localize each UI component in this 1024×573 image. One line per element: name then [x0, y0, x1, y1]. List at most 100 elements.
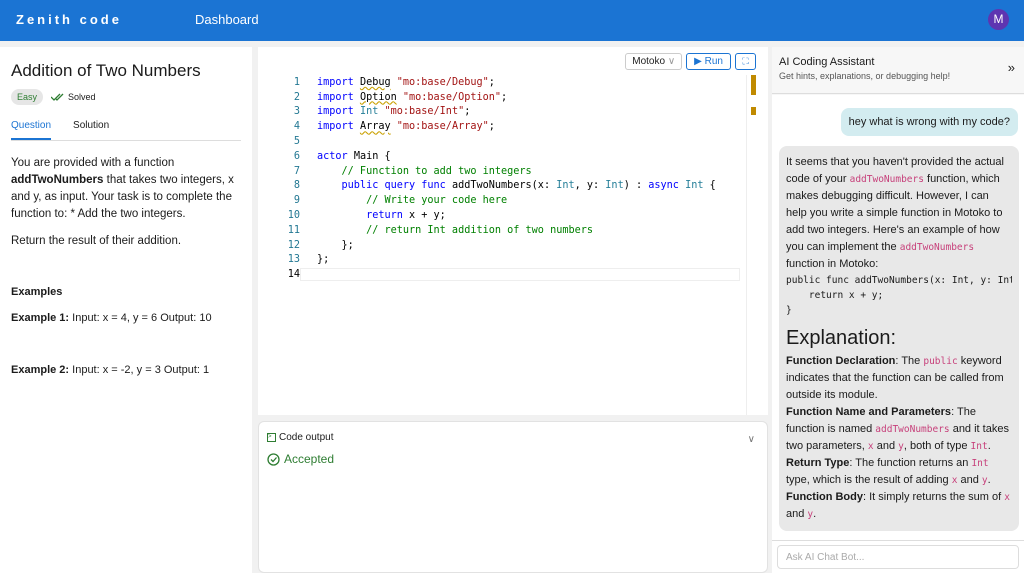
line-number: 2 [293, 91, 300, 103]
code-token: ; [488, 76, 495, 88]
code-line[interactable]: 9 // Write your code here [258, 193, 740, 208]
line-number: 8 [293, 180, 300, 192]
code-line[interactable]: 10 return x + y; [258, 208, 740, 223]
line-text: }; [300, 240, 354, 251]
line-text: // Function to add two integers [300, 166, 532, 177]
line-number: 6 [293, 150, 300, 162]
status-text: Accepted [284, 452, 335, 466]
reply-text: and [786, 508, 808, 520]
reply-paragraph: Function Declaration: The public keyword… [786, 353, 1012, 404]
tab-solution[interactable]: Solution [73, 115, 109, 140]
avatar[interactable]: M [988, 9, 1009, 30]
code-token: "mo:base/Debug" [390, 76, 489, 88]
code-line[interactable]: 8 public query func addTwoNumbers(x: Int… [258, 179, 740, 194]
brand-logo[interactable]: Zenith code [16, 12, 122, 27]
assistant-title: AI Coding Assistant [779, 56, 875, 68]
reply-text: Return Type [786, 457, 850, 469]
reply-text: : The function returns an [849, 457, 972, 469]
example-text: Input: x = -2, y = 3 Output: 1 [69, 364, 210, 376]
user-message: hey what is wrong with my code? [840, 108, 1018, 136]
code-token: ; [501, 91, 508, 103]
code-line[interactable]: 1 import Debug "mo:base/Debug"; [258, 75, 740, 90]
example-label: Example 1: [11, 312, 70, 324]
code-editor[interactable]: Motoko ∨ ▶ Run ⛶ 1 import Debug "mo:base/… [258, 47, 768, 415]
code-line[interactable]: 3 import Int "mo:base/Int"; [258, 105, 740, 120]
code-token: Int [359, 106, 379, 118]
desc-text: You are provided with a function [11, 157, 175, 169]
solved-status: Solved [51, 92, 96, 102]
chat-input[interactable] [777, 545, 1019, 569]
line-number: 11 [287, 224, 300, 236]
tab-question[interactable]: Question [11, 115, 52, 140]
run-label: Run [704, 56, 723, 67]
function-name: addTwoNumbers [11, 174, 104, 186]
code-token: Int [605, 180, 624, 192]
code-line[interactable]: 13}; [258, 253, 740, 268]
output-title: Code output [279, 432, 334, 443]
collapse-icon[interactable]: » [1008, 60, 1015, 75]
line-text: // return Int addition of two numbers [300, 225, 593, 236]
code-line[interactable]: 7 // Function to add two integers [258, 164, 740, 179]
assistant-subtitle: Get hints, explanations, or debugging he… [779, 71, 951, 81]
chat-messages[interactable]: hey what is wrong with my code? It seems… [772, 95, 1024, 540]
code-token: actor [317, 150, 354, 162]
code-line[interactable]: 14 [258, 267, 740, 282]
code-token: Option [359, 91, 397, 103]
code-block: public func addTwoNumbers(x: Int, y: Int… [786, 275, 1012, 316]
line-text: import Option "mo:base/Option"; [300, 92, 507, 103]
code-line[interactable]: 6 actor Main { [258, 149, 740, 164]
reply-text: Function Body [786, 491, 863, 503]
code-token: // return Int addition of two numbers [317, 224, 594, 236]
line-text: public query func addTwoNumbers(x: Int, … [300, 180, 716, 191]
code-token: Array [359, 121, 391, 133]
code-token: }; [317, 254, 330, 266]
code-line[interactable]: 5 [258, 134, 740, 149]
code-token: return [317, 210, 410, 222]
bot-message: It seems that you haven't provided the a… [779, 146, 1019, 531]
inline-code: addTwoNumbers [875, 424, 950, 435]
line-text: }; [300, 254, 329, 265]
code-token: public query func [317, 180, 452, 192]
code-token: ; [488, 121, 495, 133]
reply-text: Function Declaration [786, 355, 896, 367]
code-token: import [317, 106, 360, 118]
code-token: "mo:base/Array" [390, 121, 489, 133]
code-token: "mo:base/Option" [396, 91, 502, 103]
language-value: Motoko [632, 56, 666, 67]
problem-description: You are provided with a function addTwoN… [11, 155, 241, 250]
fullscreen-button[interactable]: ⛶ [735, 53, 756, 70]
reply-paragraph: Return Type: The function returns an Int… [786, 455, 1012, 489]
line-number: 7 [293, 165, 300, 177]
code-token: async [648, 180, 686, 192]
code-token: import [317, 91, 360, 103]
code-output-panel: > Code output ∨ Accepted [258, 421, 768, 573]
inline-code: Int [970, 441, 988, 452]
reply-text: and [873, 440, 899, 452]
code-token: addTwoNumbers(x: [451, 180, 557, 192]
line-text: // Write your code here [300, 195, 507, 206]
example-text: Input: x = 4, y = 6 Output: 10 [69, 312, 212, 324]
solved-label: Solved [68, 92, 96, 102]
line-text: return x + y; [300, 210, 446, 221]
code-token: { [703, 180, 716, 192]
code-line[interactable]: 12 }; [258, 238, 740, 253]
code-lines[interactable]: 1 import Debug "mo:base/Debug"; 2 import Op… [258, 75, 740, 282]
run-button[interactable]: ▶ Run [686, 53, 731, 70]
line-number: 5 [293, 136, 300, 148]
top-bar: Zenith code Dashboard M [0, 0, 1024, 41]
output-status: Accepted [267, 452, 759, 466]
line-text: import Int "mo:base/Int"; [300, 106, 470, 117]
language-select[interactable]: Motoko ∨ [625, 53, 683, 70]
chevron-down-icon[interactable]: ∨ [748, 434, 755, 445]
code-token: ; [464, 106, 471, 118]
nav-dashboard[interactable]: Dashboard [195, 12, 259, 27]
code-line[interactable]: 11 // return Int addition of two numbers [258, 223, 740, 238]
code-token: import [317, 121, 360, 133]
reply-text: type, which is the result of adding [786, 474, 952, 486]
code-token: x + y; [409, 210, 446, 222]
example-label: Example 2: [11, 364, 70, 376]
line-number: 13 [287, 254, 300, 266]
code-line[interactable]: 4 import Array "mo:base/Array"; [258, 119, 740, 134]
line-text: actor Main { [300, 151, 391, 162]
code-line[interactable]: 2 import Option "mo:base/Option"; [258, 90, 740, 105]
